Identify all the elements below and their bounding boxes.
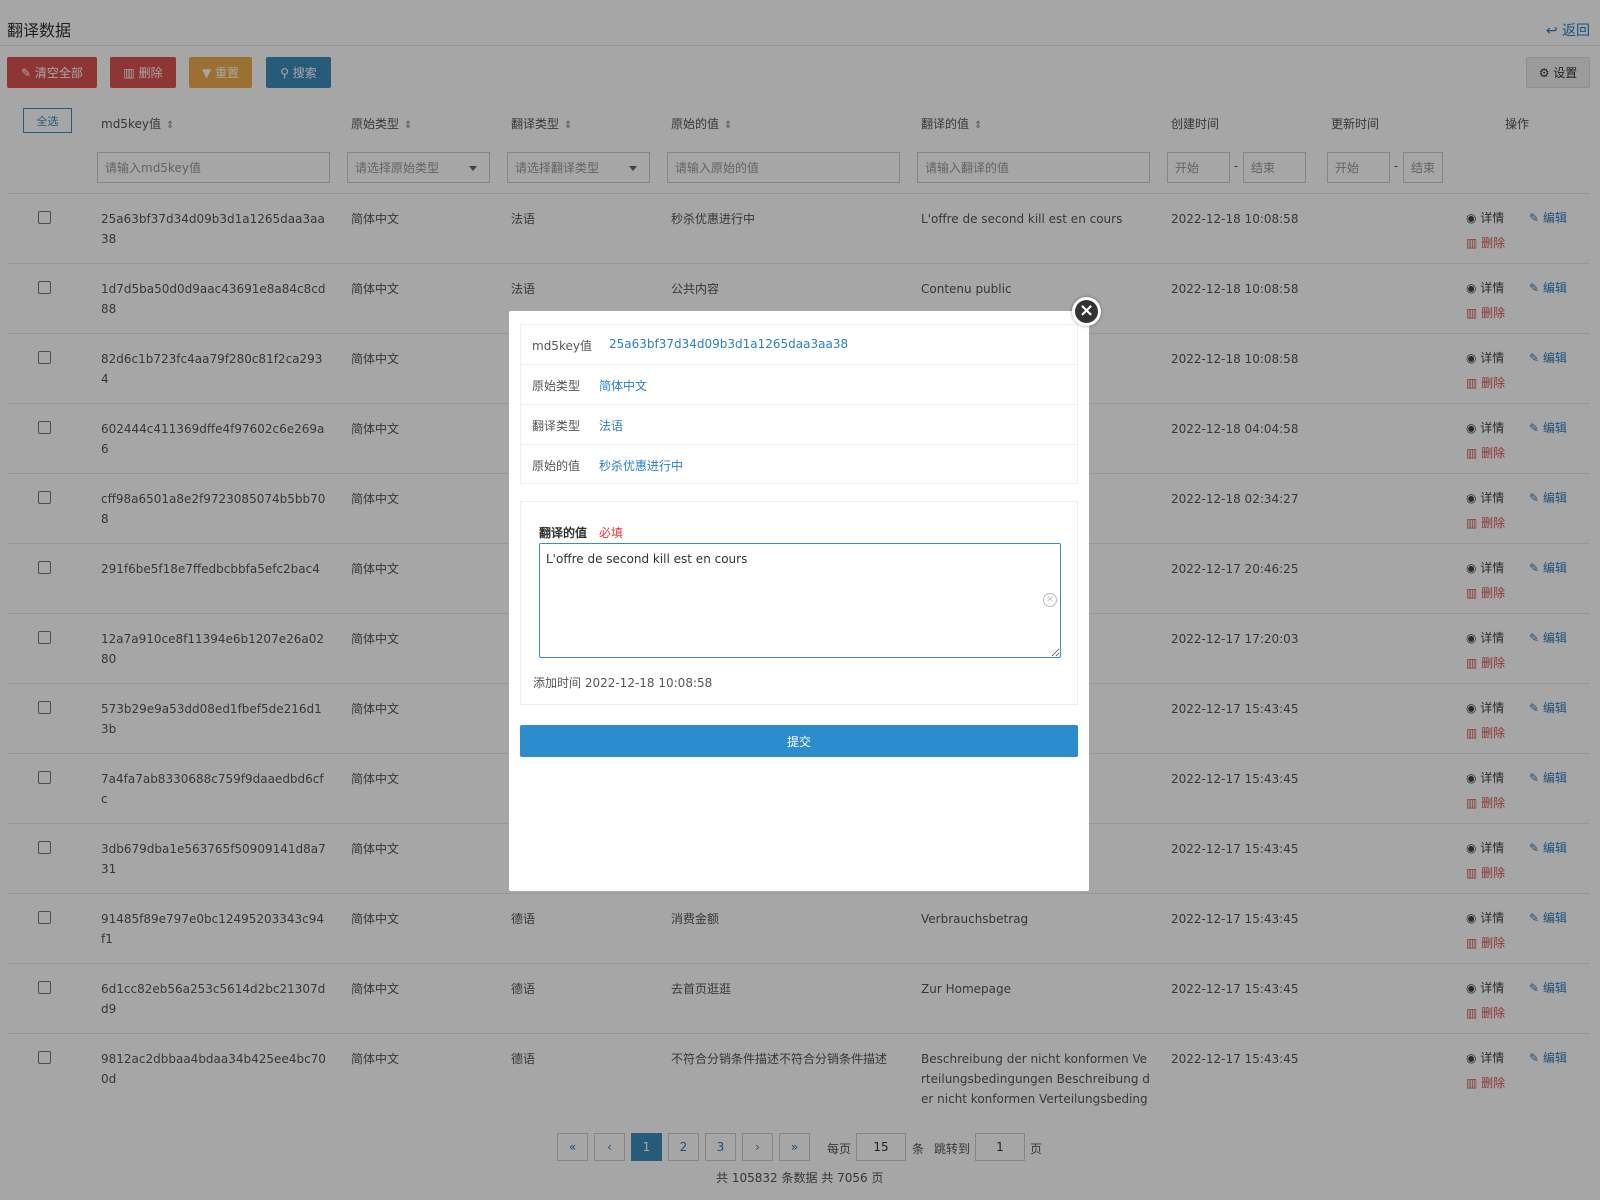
clear-icon[interactable]: ✕ bbox=[1043, 593, 1057, 607]
info-row-source-type: 原始类型 简体中文 bbox=[520, 364, 1078, 404]
submit-button[interactable]: 提交 bbox=[520, 725, 1078, 757]
info-row-md5: md5key值 25a63bf37d34d09b3d1a1265daa3aa38 bbox=[520, 324, 1078, 364]
info-label: 原始类型 bbox=[532, 379, 581, 393]
info-value: 25a63bf37d34d09b3d1a1265daa3aa38 bbox=[609, 337, 849, 351]
info-value: 秒杀优惠进行中 bbox=[599, 459, 684, 473]
translation-label: 翻译的值 bbox=[539, 526, 588, 540]
added-time: 添加时间 2022-12-18 10:08:58 bbox=[533, 676, 713, 690]
info-label: 原始的值 bbox=[532, 459, 581, 473]
info-row-source-value: 原始的值 秒杀优惠进行中 bbox=[520, 444, 1078, 484]
info-label: md5key值 bbox=[532, 339, 592, 353]
required-badge: 必填 bbox=[599, 526, 624, 540]
translation-edit-panel: 翻译的值 必填 L'offre de second kill est en co… bbox=[520, 501, 1078, 705]
info-label: 翻译类型 bbox=[532, 419, 581, 433]
info-value: 简体中文 bbox=[599, 379, 648, 393]
info-value: 法语 bbox=[599, 419, 624, 433]
info-row-target-type: 翻译类型 法语 bbox=[520, 404, 1078, 444]
translation-textarea[interactable]: L'offre de second kill est en cours bbox=[539, 543, 1061, 658]
close-icon[interactable]: × bbox=[1072, 297, 1101, 326]
edit-modal: md5key值 25a63bf37d34d09b3d1a1265daa3aa38… bbox=[509, 311, 1089, 891]
